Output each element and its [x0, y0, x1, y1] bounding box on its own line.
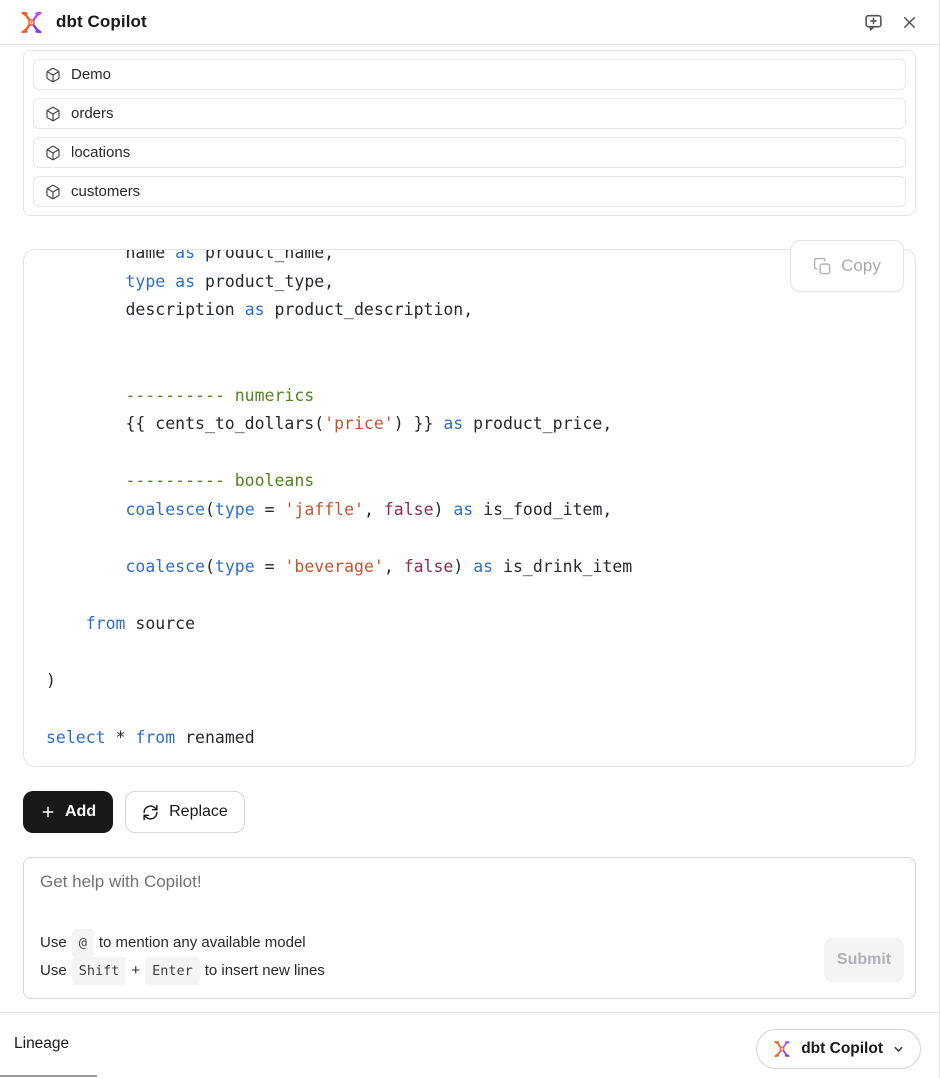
copilot-selector-label: dbt Copilot	[801, 1040, 883, 1058]
hint-text: +	[131, 958, 140, 984]
submit-button[interactable]: Submit	[824, 938, 904, 982]
hint-text: Use	[40, 958, 67, 984]
shift-keycap: Shift	[72, 957, 127, 985]
popout-icon[interactable]	[859, 8, 888, 37]
copilot-prompt-input[interactable]	[40, 872, 600, 912]
replace-button-label: Replace	[169, 803, 228, 821]
hint-text: to mention any available model	[99, 930, 306, 956]
model-item-label: locations	[71, 144, 130, 161]
code-scroll-area[interactable]: name as product_name, type as product_ty…	[24, 250, 915, 766]
code-content: name as product_name, type as product_ty…	[24, 250, 915, 766]
hint-newline: Use Shift + Enter to insert new lines	[40, 957, 325, 985]
enter-keycap: Enter	[145, 957, 200, 985]
composer-hints: Use @ to mention any available model Use…	[40, 929, 325, 985]
dbt-copilot-panel: { "header": { "title": "dbt Copilot" }, …	[0, 0, 940, 1078]
model-item-label: orders	[71, 105, 114, 122]
refresh-icon	[142, 804, 159, 821]
model-item-orders[interactable]: orders	[33, 98, 906, 129]
copilot-selector-button[interactable]: dbt Copilot	[756, 1029, 921, 1069]
model-item-label: Demo	[71, 66, 111, 83]
add-button[interactable]: Add	[23, 791, 113, 833]
bottom-bar: Lineage dbt Copilot	[0, 1012, 939, 1078]
dbt-copilot-logo-icon	[772, 1039, 792, 1059]
hint-text: Use	[40, 930, 67, 956]
cube-icon	[45, 184, 61, 200]
add-button-label: Add	[65, 803, 96, 821]
model-item-demo[interactable]: Demo	[33, 59, 906, 90]
hint-text: to insert new lines	[205, 958, 325, 984]
cube-icon	[45, 145, 61, 161]
model-item-locations[interactable]: locations	[33, 137, 906, 168]
panel-header: dbt Copilot	[0, 0, 939, 45]
action-bar: Add Replace	[23, 791, 916, 833]
copilot-composer: Use @ to mention any available model Use…	[23, 857, 916, 999]
at-keycap: @	[72, 929, 94, 957]
plus-icon	[40, 804, 56, 820]
replace-button[interactable]: Replace	[125, 791, 245, 833]
code-preview-card: Copy name as product_name, type as produ…	[23, 249, 916, 767]
copy-button-label: Copy	[841, 256, 881, 276]
copy-icon	[813, 257, 832, 276]
model-item-label: customers	[71, 183, 140, 200]
hint-mention: Use @ to mention any available model	[40, 929, 325, 957]
panel-title: dbt Copilot	[56, 12, 147, 32]
model-list-card: Demo orders locations	[23, 50, 916, 216]
chevron-down-icon	[892, 1043, 905, 1056]
tab-lineage[interactable]: Lineage	[14, 1035, 69, 1053]
cube-icon	[45, 106, 61, 122]
model-item-customers[interactable]: customers	[33, 176, 906, 207]
dbt-copilot-logo-icon	[18, 9, 45, 36]
close-icon[interactable]	[896, 9, 923, 36]
lineage-tab-underline	[0, 1075, 97, 1077]
cube-icon	[45, 67, 61, 83]
copy-button[interactable]: Copy	[790, 240, 904, 292]
